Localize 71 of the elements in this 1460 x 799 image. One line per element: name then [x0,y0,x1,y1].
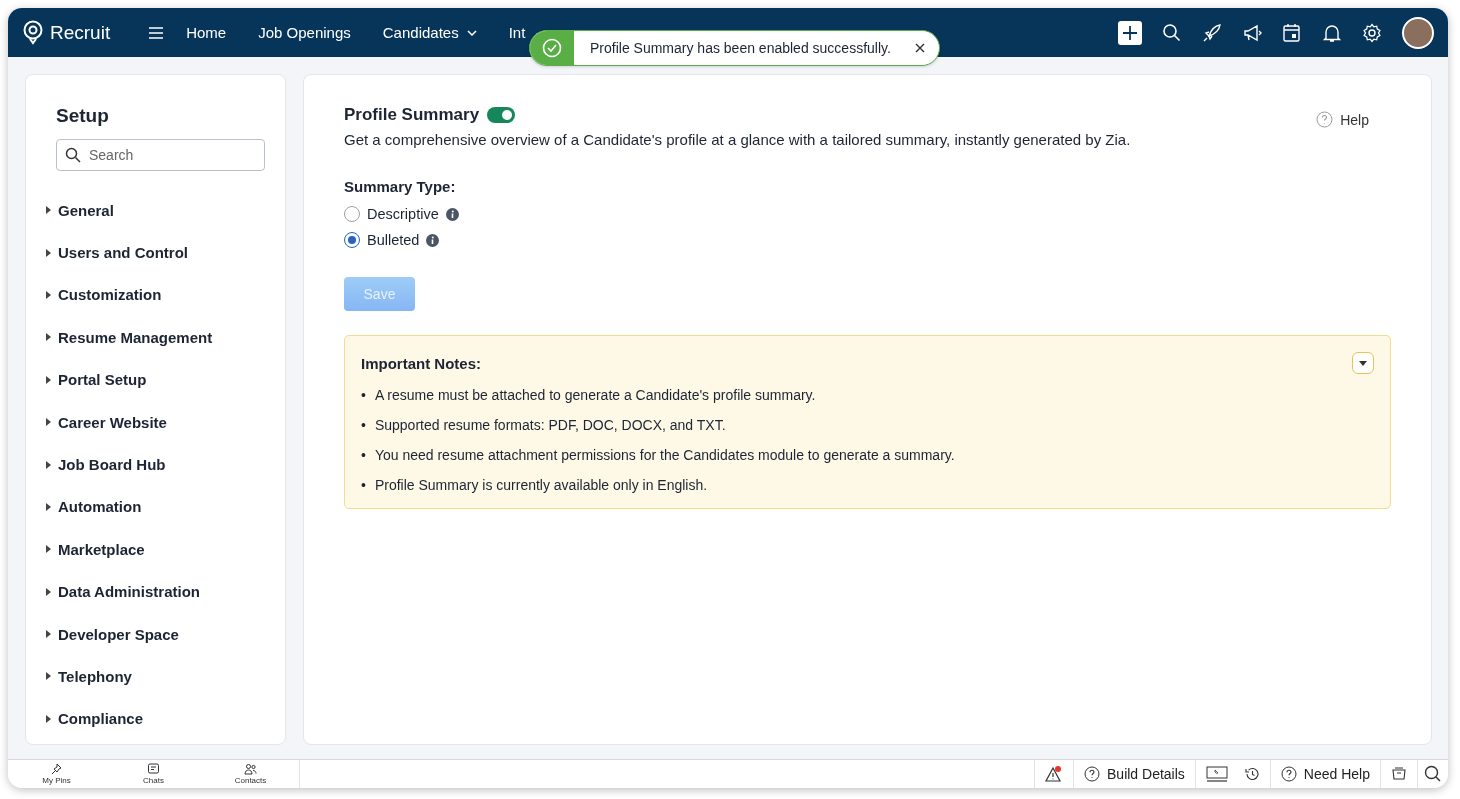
nav-tab[interactable]: Job Openings [258,24,351,41]
nav-tab[interactable]: Home [186,24,227,41]
plus-icon [1122,24,1138,41]
toggle-switch[interactable] [487,107,516,123]
app-name: Recruit [50,21,111,44]
bullet-mark: • [361,416,366,434]
help-link[interactable]: Help [1340,111,1369,128]
nav-tab[interactable]: Int [508,24,526,41]
field-label: Summary Type: [344,178,457,195]
sidebar-item[interactable]: Compliance [58,710,144,728]
note-item: You need resume attachment permissions for the Candidates module to generate a summary. [374,446,955,464]
bullet-mark: • [361,386,366,404]
add-button[interactable] [1118,20,1142,45]
info-icon [445,207,459,221]
note-item: A resume must be attached to generate a Candidate's profile summary. [374,386,816,404]
help-icon [1084,766,1100,782]
people-icon [244,763,257,775]
sidebar-item[interactable]: Career Website [58,413,167,431]
bullet-mark: • [361,446,366,464]
build-details-button[interactable]: Build Details [1107,766,1185,782]
bell-icon[interactable] [1322,22,1342,43]
settings-icon[interactable] [1362,22,1382,43]
toast-message: Profile Summary has been enabled successfully. [589,40,891,56]
sidebar-item[interactable]: Telephony [58,668,132,685]
bottom-tab[interactable]: Chats [105,760,202,788]
collapse-button[interactable] [1352,352,1374,374]
note-item: Supported resume formats: PDF, DOC, DOCX, and TXT. [374,416,726,434]
logo-icon [22,19,44,46]
archive-icon[interactable] [1391,766,1407,782]
avatar[interactable] [1402,16,1434,49]
sidebar-item[interactable]: Portal Setup [58,371,147,389]
notes-title: Important Notes: [361,354,481,372]
search-icon[interactable] [1424,765,1442,783]
help-icon [1316,111,1334,128]
sidebar-item[interactable]: Job Board Hub [58,456,166,474]
sidebar-item[interactable]: Users and Control [58,244,189,262]
chat-icon [147,763,160,775]
bottom-tab[interactable]: My Pins [8,760,105,788]
rocket-icon[interactable] [1202,22,1222,43]
section-title: Profile Summary [344,105,480,125]
check-circle-icon [542,38,562,58]
nav-tab[interactable]: Candidates [382,24,477,41]
warning-icon[interactable] [1045,765,1063,783]
megaphone-icon[interactable] [1242,22,1262,43]
close-icon[interactable] [914,43,925,53]
search-icon [65,147,81,163]
sidebar-item[interactable]: General [58,201,114,219]
menu-icon[interactable] [148,25,165,40]
sidebar-item[interactable]: Resume Management [58,328,213,346]
sidebar-item[interactable]: Automation [58,498,142,516]
help-icon [1280,766,1297,782]
pin-icon [50,763,63,775]
sidebar-title: Setup [56,105,110,127]
bullet-mark: • [361,476,366,494]
bottom-tab[interactable]: Contacts [202,760,299,788]
calendar-icon[interactable] [1282,22,1302,43]
sidebar-item[interactable]: Developer Space [58,625,179,643]
note-item: Profile Summary is currently available only in English. [374,476,708,494]
need-help-button[interactable]: Need Help [1303,766,1370,782]
sidebar-item[interactable]: Marketplace [58,540,145,558]
info-icon [426,233,440,247]
history-icon[interactable] [1243,766,1260,782]
radio-label[interactable]: Bulleted [367,232,420,248]
radio-label[interactable]: Descriptive [367,206,439,222]
sidebar-item[interactable]: Data Administration [58,583,200,601]
sidebar-item[interactable]: Customization [58,286,162,304]
monitor-icon[interactable] [1205,766,1228,782]
search-icon[interactable] [1162,22,1182,43]
search-field[interactable]: Search [56,139,265,171]
section-description: Get a comprehensive overview of a Candidate's profile at a glance with a tailored summary, instantly generated by Zia. [344,131,1132,148]
caret-down-icon [1359,360,1367,366]
